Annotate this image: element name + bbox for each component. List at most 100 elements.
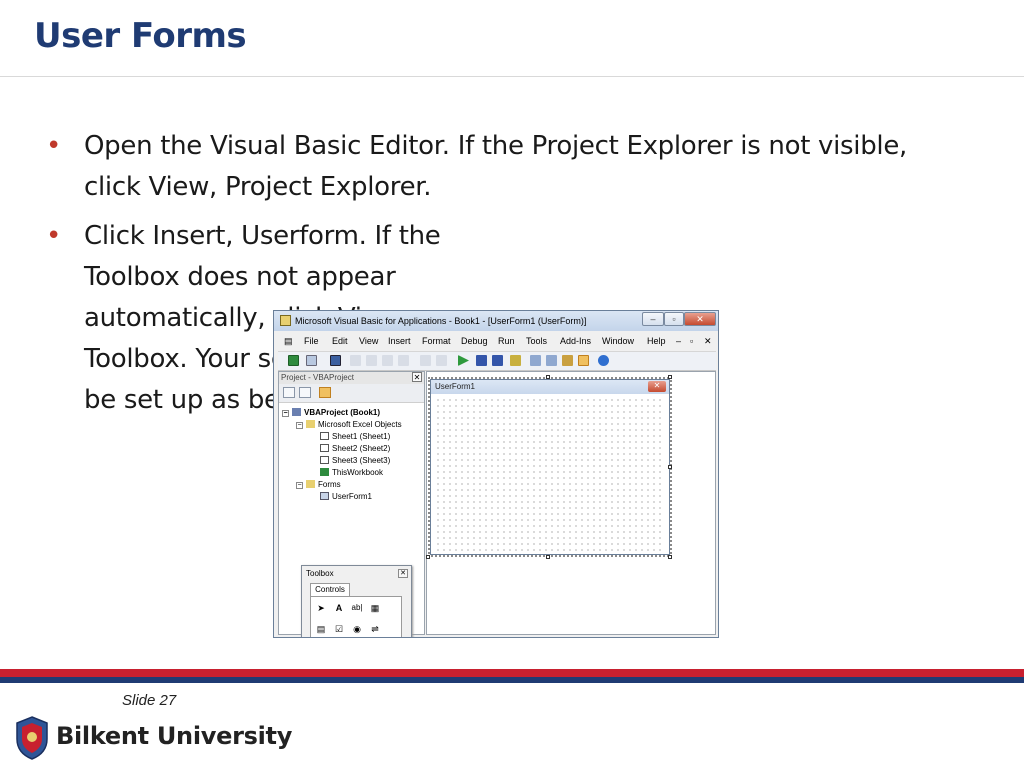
break-icon[interactable] bbox=[476, 355, 487, 366]
collapse-icon[interactable]: − bbox=[296, 422, 303, 429]
tree-node-forms[interactable]: − Forms bbox=[296, 480, 341, 489]
toggle-folders-icon[interactable] bbox=[319, 387, 331, 398]
toolbox-icon[interactable] bbox=[578, 355, 589, 366]
tree-node-sheet2[interactable]: Sheet2 (Sheet2) bbox=[320, 444, 390, 453]
tree-node-excel-objects[interactable]: − Microsoft Excel Objects bbox=[296, 420, 402, 429]
properties-icon[interactable] bbox=[546, 355, 557, 366]
menu-view[interactable]: View bbox=[359, 336, 378, 346]
workbook-icon bbox=[320, 468, 329, 476]
redo-icon[interactable] bbox=[436, 355, 447, 366]
toolbox-window: Toolbox ✕ Controls ➤ A ab| ▦ ▤ ☑ ◉ ⇌ ⌐ ▭… bbox=[301, 565, 412, 637]
resize-handle[interactable] bbox=[546, 555, 550, 559]
menu-window[interactable]: Window bbox=[602, 336, 634, 346]
copy-icon[interactable] bbox=[366, 355, 377, 366]
menu-help[interactable]: Help bbox=[647, 336, 666, 346]
userform-title: UserForm1 bbox=[435, 382, 476, 391]
reset-icon[interactable] bbox=[492, 355, 503, 366]
vbe-toolbar bbox=[278, 351, 716, 371]
excel-icon[interactable] bbox=[288, 355, 299, 366]
insert-userform-icon[interactable] bbox=[306, 355, 317, 366]
slide-number: Slide 27 bbox=[122, 692, 177, 709]
menu-addins[interactable]: Add-Ins bbox=[560, 336, 591, 346]
combobox-icon[interactable]: ▦ bbox=[369, 602, 381, 614]
vbe-title-bar: Microsoft Visual Basic for Applications … bbox=[274, 311, 718, 331]
label-icon[interactable]: A bbox=[333, 602, 345, 614]
listbox-icon[interactable]: ▤ bbox=[315, 623, 327, 635]
tree-node-userform1[interactable]: UserForm1 bbox=[320, 492, 372, 501]
tree-node-sheet3[interactable]: Sheet3 (Sheet3) bbox=[320, 456, 390, 465]
menu-file[interactable]: File bbox=[304, 336, 319, 346]
menu-tools[interactable]: Tools bbox=[526, 336, 547, 346]
slide-title: User Forms bbox=[34, 16, 247, 56]
collapse-icon[interactable]: − bbox=[282, 410, 289, 417]
university-name: Bilkent University bbox=[56, 722, 293, 750]
close-icon[interactable]: ✕ bbox=[684, 312, 716, 326]
save-icon[interactable] bbox=[330, 355, 341, 366]
userform1-canvas[interactable]: UserForm1 ✕ bbox=[430, 379, 670, 555]
vbaproject-icon bbox=[292, 408, 301, 416]
collapse-icon[interactable]: − bbox=[296, 482, 303, 489]
project-explorer-toolbar bbox=[279, 384, 424, 403]
pointer-icon[interactable]: ➤ bbox=[315, 602, 327, 614]
bilkent-logo-icon bbox=[16, 716, 48, 760]
folder-icon bbox=[306, 420, 315, 428]
project-explorer-panel: Project - VBAProject ✕ − VBAProject (Book… bbox=[278, 371, 425, 637]
undo-icon[interactable] bbox=[420, 355, 431, 366]
menu-insert[interactable]: Insert bbox=[388, 336, 411, 346]
close-icon[interactable]: ✕ bbox=[648, 381, 666, 392]
vbe-menu-bar: ▤ File Edit View Insert Format Debug Run… bbox=[278, 333, 716, 349]
minimize-icon[interactable]: – bbox=[642, 312, 664, 326]
togglebutton-icon[interactable]: ⇌ bbox=[369, 623, 381, 635]
folder-icon bbox=[306, 480, 315, 488]
menu-debug[interactable]: Debug bbox=[461, 336, 488, 346]
toolbox-controls: ➤ A ab| ▦ ▤ ☑ ◉ ⇌ ⌐ ▭ ⊓ ⊔ ⇕ ⊞ ▣ ▥ bbox=[310, 596, 402, 637]
object-browser-icon[interactable] bbox=[562, 355, 573, 366]
tree-node-sheet1[interactable]: Sheet1 (Sheet1) bbox=[320, 432, 390, 441]
close-icon[interactable]: ✕ bbox=[412, 372, 422, 382]
cut-icon[interactable] bbox=[350, 355, 361, 366]
inner-close-icon[interactable]: ✕ bbox=[704, 336, 712, 347]
vbe-title-text: Microsoft Visual Basic for Applications … bbox=[295, 316, 587, 326]
help-icon[interactable] bbox=[598, 355, 609, 366]
design-mode-icon[interactable] bbox=[510, 355, 521, 366]
userform-grid[interactable] bbox=[435, 397, 665, 551]
sheet-icon bbox=[320, 444, 329, 452]
tab-controls[interactable]: Controls bbox=[310, 583, 350, 597]
sheet-icon bbox=[320, 432, 329, 440]
vba-app-icon bbox=[280, 315, 291, 326]
userform-title-bar: UserForm1 ✕ bbox=[431, 380, 669, 394]
view-code-icon[interactable] bbox=[283, 387, 295, 398]
resize-handle[interactable] bbox=[546, 375, 550, 379]
bullet-text: Open the Visual Basic Editor. If the Pro… bbox=[84, 131, 908, 202]
doc-menu-icon[interactable]: ▤ bbox=[284, 336, 293, 347]
footer-bar-red bbox=[0, 669, 1024, 677]
resize-handle[interactable] bbox=[668, 555, 672, 559]
footer-bar-blue bbox=[0, 677, 1024, 683]
resize-handle[interactable] bbox=[668, 465, 672, 469]
view-object-icon[interactable] bbox=[299, 387, 311, 398]
paste-icon[interactable] bbox=[382, 355, 393, 366]
textbox-icon[interactable]: ab| bbox=[351, 602, 363, 614]
menu-format[interactable]: Format bbox=[422, 336, 451, 346]
inner-minimize-icon[interactable]: – bbox=[676, 336, 681, 346]
resize-handle[interactable] bbox=[668, 375, 672, 379]
checkbox-icon[interactable]: ☑ bbox=[333, 623, 345, 635]
bullet-item: • Open the Visual Basic Editor. If the P… bbox=[44, 126, 944, 208]
toolbox-title: Toolbox bbox=[306, 569, 334, 578]
vbe-window-screenshot: Microsoft Visual Basic for Applications … bbox=[273, 310, 719, 638]
bullet-dot-icon: • bbox=[46, 131, 62, 161]
sheet-icon bbox=[320, 456, 329, 464]
optionbutton-icon[interactable]: ◉ bbox=[351, 623, 363, 635]
inner-restore-icon[interactable]: ▫ bbox=[690, 336, 693, 346]
project-explorer-icon[interactable] bbox=[530, 355, 541, 366]
run-icon[interactable] bbox=[458, 355, 469, 366]
menu-edit[interactable]: Edit bbox=[332, 336, 348, 346]
close-icon[interactable]: ✕ bbox=[398, 569, 408, 578]
find-icon[interactable] bbox=[398, 355, 409, 366]
tree-node-vbaproject[interactable]: − VBAProject (Book1) bbox=[282, 408, 380, 417]
menu-run[interactable]: Run bbox=[498, 336, 515, 346]
tree-node-thisworkbook[interactable]: ThisWorkbook bbox=[320, 468, 383, 477]
maximize-icon[interactable]: ▫ bbox=[664, 312, 684, 326]
resize-handle[interactable] bbox=[426, 555, 430, 559]
bullet-dot-icon: • bbox=[46, 221, 62, 251]
